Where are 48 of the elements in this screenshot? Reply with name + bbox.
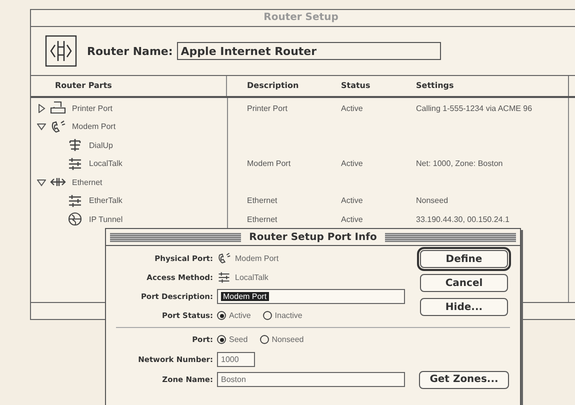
zone-name-field[interactable]: Boston [217,372,405,387]
port-description-field[interactable]: Modem Port [217,289,405,304]
column-header[interactable]: Router Parts [31,76,227,96]
port-name[interactable]: Printer Port [72,104,112,113]
window-title: Router Setup [31,10,575,27]
globe-icon [67,212,83,226]
get-zones-button[interactable]: Get Zones... [419,370,509,388]
dialog-button[interactable]: Cancel [420,274,508,292]
disclosure-triangle-icon[interactable] [37,122,46,132]
port-name[interactable]: EtherTalk [89,196,122,206]
status-cell: Active [341,214,363,224]
dialog-title: Router Setup Port Info [249,232,377,242]
status-cell: Active [341,104,363,113]
dialog-button[interactable]: Hide... [420,298,508,316]
settings-cell: Calling 1-555-1234 via ACME 96 [416,104,532,113]
port-name[interactable]: Ethernet [72,178,102,187]
column-header[interactable]: Settings [416,76,569,96]
router-icon [45,35,77,67]
port-name[interactable]: Modem Port [72,122,116,132]
network-number-field[interactable]: 1000 [217,352,255,367]
description-cell: Ethernet [247,214,278,224]
settings-cell: 33.190.44.30, 00.150.24.1 [416,214,510,224]
printer-icon [50,101,66,116]
physical-port-value: Modem Port [235,254,279,263]
settings-cell: Net: 1000, Zone: Boston [416,159,503,168]
radio-button[interactable]: Inactive [262,311,302,320]
default-button[interactable]: Define [420,250,508,268]
router-name-label: Router Name: [87,44,173,58]
description-cell: Ethernet [247,196,278,206]
description-cell: Printer Port [247,104,288,113]
disclosure-triangle-icon[interactable] [37,178,46,187]
status-cell: Active [341,159,363,168]
settings-cell: Nonseed [416,196,448,206]
radio-button[interactable]: Seed [217,335,248,344]
port-name[interactable]: DialUp [89,140,114,150]
status-cell: Active [341,196,363,206]
router-name-field[interactable]: Apple Internet Router [176,42,441,60]
column-header[interactable]: Description [227,76,341,96]
phone-handset-icon [50,120,66,134]
radio-button[interactable]: Active [217,311,251,320]
disclosure-triangle-icon[interactable] [37,104,46,113]
column-header[interactable]: Status [341,76,416,96]
description-cell: Modem Port [247,159,291,168]
phone-handset-icon [217,252,231,265]
port-name[interactable]: IP Tunnel [89,214,123,224]
access-method-value: LocalTalk [235,273,268,282]
radio-button[interactable]: Nonseed [260,335,304,344]
port-name[interactable]: LocalTalk [89,159,122,168]
